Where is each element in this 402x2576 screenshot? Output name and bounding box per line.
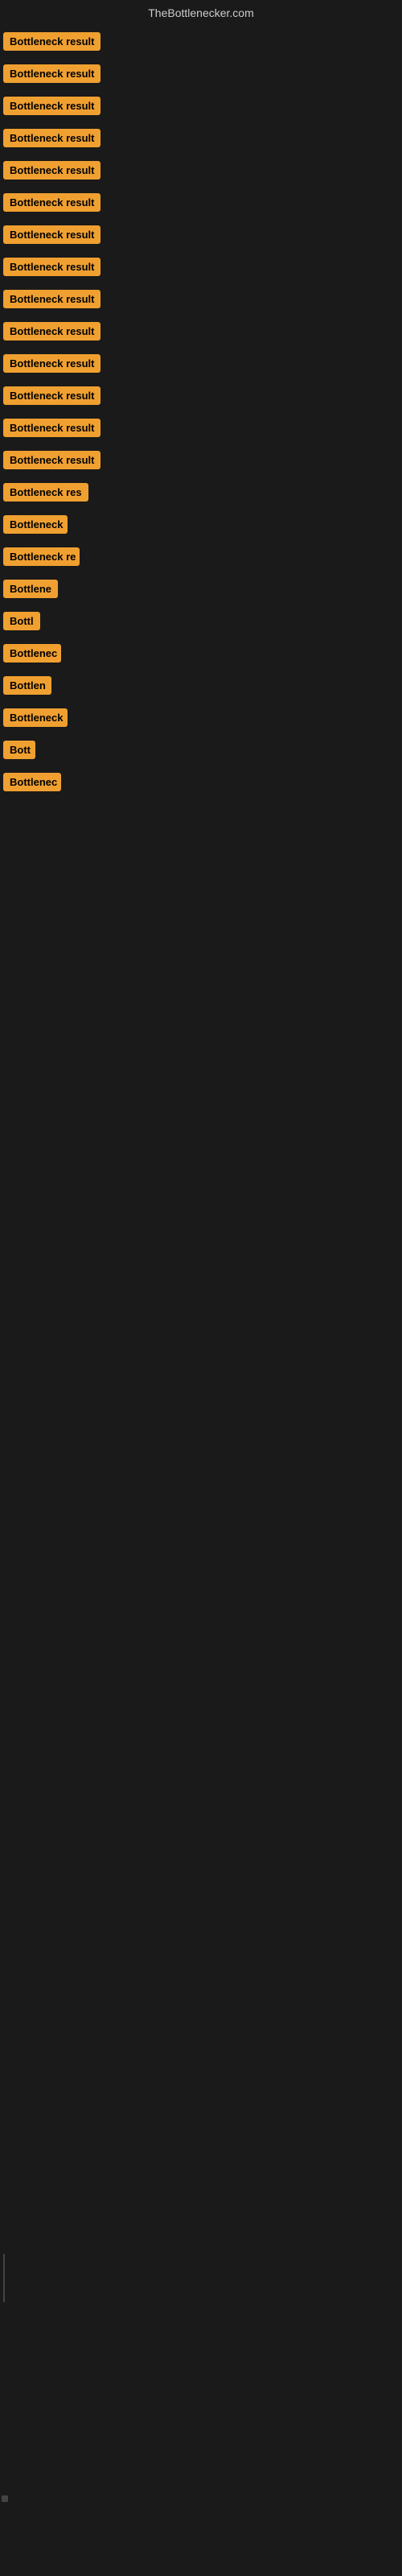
list-item[interactable]: Bottleneck result bbox=[3, 258, 402, 280]
list-item[interactable]: Bottleneck result bbox=[3, 451, 402, 473]
list-item[interactable]: Bottlen bbox=[3, 676, 402, 699]
bottleneck-badge[interactable]: Bott bbox=[3, 741, 35, 759]
bottleneck-badge[interactable]: Bottleneck result bbox=[3, 129, 100, 147]
list-item[interactable]: Bottleneck result bbox=[3, 419, 402, 441]
list-item[interactable]: Bottleneck result bbox=[3, 97, 402, 119]
bottleneck-badge[interactable]: Bottleneck result bbox=[3, 225, 100, 244]
list-item[interactable]: Bottlenec bbox=[3, 773, 402, 795]
bottleneck-badge[interactable]: Bottleneck res bbox=[3, 483, 88, 502]
list-item[interactable]: Bottleneck result bbox=[3, 161, 402, 184]
list-item[interactable]: Bott bbox=[3, 741, 402, 763]
bottleneck-badge[interactable]: Bottleneck result bbox=[3, 451, 100, 469]
list-item[interactable]: Bottleneck result bbox=[3, 193, 402, 216]
bottleneck-badge[interactable]: Bottleneck bbox=[3, 708, 68, 727]
bottleneck-badge[interactable]: Bottleneck bbox=[3, 515, 68, 534]
bottleneck-badge[interactable]: Bottleneck result bbox=[3, 290, 100, 308]
list-item[interactable]: Bottleneck res bbox=[3, 483, 402, 506]
bottleneck-list: Bottleneck result Bottleneck result Bottle… bbox=[0, 29, 402, 808]
list-item[interactable]: Bottlene bbox=[3, 580, 402, 602]
vertical-line-decoration bbox=[3, 2254, 5, 2302]
list-item[interactable]: Bottlenec bbox=[3, 644, 402, 667]
list-item[interactable]: Bottleneck result bbox=[3, 129, 402, 151]
bottleneck-badge[interactable]: Bottleneck result bbox=[3, 193, 100, 212]
bottleneck-badge[interactable]: Bottleneck result bbox=[3, 32, 100, 51]
bottleneck-badge[interactable]: Bottlen bbox=[3, 676, 51, 695]
site-title: TheBottlenecker.com bbox=[0, 0, 402, 29]
bottleneck-badge[interactable]: Bottleneck result bbox=[3, 354, 100, 373]
list-item[interactable]: Bottleneck bbox=[3, 708, 402, 731]
bottleneck-badge[interactable]: Bottleneck result bbox=[3, 64, 100, 83]
bottleneck-badge[interactable]: Bottleneck result bbox=[3, 419, 100, 437]
list-item[interactable]: Bottl bbox=[3, 612, 402, 634]
bottleneck-badge[interactable]: Bottleneck result bbox=[3, 258, 100, 276]
bottleneck-badge[interactable]: Bottlenec bbox=[3, 773, 61, 791]
bottleneck-badge[interactable]: Bottlene bbox=[3, 580, 58, 598]
page-container: TheBottlenecker.com Bottleneck resultBot… bbox=[0, 0, 402, 808]
bottleneck-badge[interactable]: Bottleneck result bbox=[3, 97, 100, 115]
list-item[interactable]: Bottleneck result bbox=[3, 64, 402, 87]
list-item[interactable]: Bottleneck result bbox=[3, 225, 402, 248]
bottleneck-badge[interactable]: Bottl bbox=[3, 612, 40, 630]
small-square-decoration bbox=[2, 2496, 8, 2502]
list-item[interactable]: Bottleneck result bbox=[3, 386, 402, 409]
bottleneck-badge[interactable]: Bottlenec bbox=[3, 644, 61, 663]
list-item[interactable]: Bottleneck result bbox=[3, 290, 402, 312]
list-item[interactable]: Bottleneck bbox=[3, 515, 402, 538]
bottleneck-badge[interactable]: Bottleneck result bbox=[3, 161, 100, 180]
bottleneck-badge[interactable]: Bottleneck result bbox=[3, 386, 100, 405]
bottleneck-badge[interactable]: Bottleneck result bbox=[3, 322, 100, 341]
list-item[interactable]: Bottleneck re bbox=[3, 547, 402, 570]
list-item[interactable]: Bottleneck result bbox=[3, 322, 402, 345]
list-item[interactable]: Bottleneck result bbox=[3, 32, 402, 55]
list-item[interactable]: Bottleneck result bbox=[3, 354, 402, 377]
bottleneck-badge[interactable]: Bottleneck re bbox=[3, 547, 80, 566]
